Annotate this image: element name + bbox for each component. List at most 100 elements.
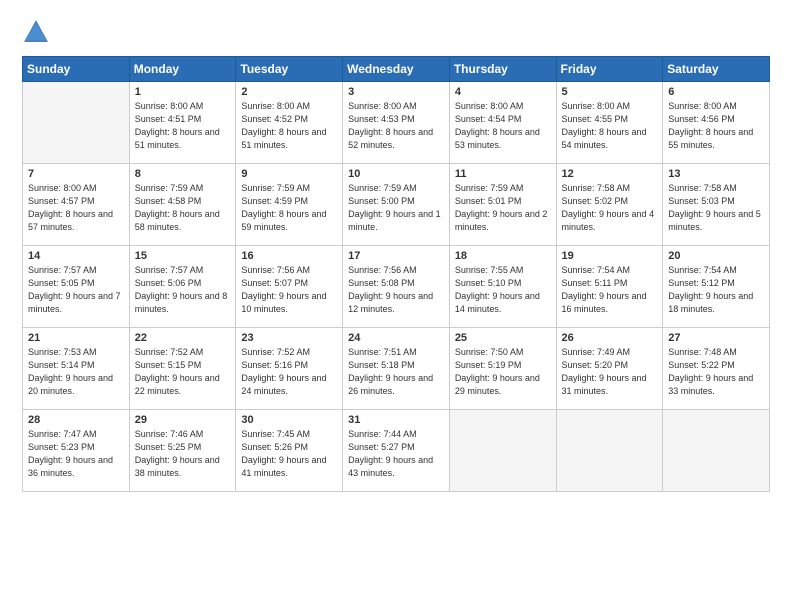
day-number: 20 (668, 250, 764, 262)
day-info: Sunrise: 7:48 AMSunset: 5:22 PMDaylight:… (668, 346, 764, 398)
day-cell: 15 Sunrise: 7:57 AMSunset: 5:06 PMDayligh… (129, 246, 236, 328)
day-info: Sunrise: 7:59 AMSunset: 5:00 PMDaylight:… (348, 182, 444, 234)
day-number: 15 (135, 250, 231, 262)
day-info: Sunrise: 7:49 AMSunset: 5:20 PMDaylight:… (562, 346, 658, 398)
day-number: 22 (135, 332, 231, 344)
day-info: Sunrise: 7:56 AMSunset: 5:07 PMDaylight:… (241, 264, 337, 316)
day-cell (556, 410, 663, 492)
calendar-table: SundayMondayTuesdayWednesdayThursdayFrid… (22, 56, 770, 492)
day-cell: 30 Sunrise: 7:45 AMSunset: 5:26 PMDayligh… (236, 410, 343, 492)
day-info: Sunrise: 7:59 AMSunset: 4:59 PMDaylight:… (241, 182, 337, 234)
day-cell: 24 Sunrise: 7:51 AMSunset: 5:18 PMDayligh… (343, 328, 450, 410)
day-info: Sunrise: 7:59 AMSunset: 4:58 PMDaylight:… (135, 182, 231, 234)
header-cell-saturday: Saturday (663, 57, 770, 82)
day-info: Sunrise: 7:50 AMSunset: 5:19 PMDaylight:… (455, 346, 551, 398)
day-number: 19 (562, 250, 658, 262)
day-cell: 9 Sunrise: 7:59 AMSunset: 4:59 PMDaylight… (236, 164, 343, 246)
day-info: Sunrise: 8:00 AMSunset: 4:54 PMDaylight:… (455, 100, 551, 152)
day-number: 11 (455, 168, 551, 180)
day-number: 14 (28, 250, 124, 262)
day-number: 24 (348, 332, 444, 344)
day-cell: 25 Sunrise: 7:50 AMSunset: 5:19 PMDayligh… (449, 328, 556, 410)
day-number: 6 (668, 86, 764, 98)
header (22, 18, 770, 46)
day-cell: 16Sunrise: 7:56 AMSunset: 5:07 PMDayligh… (236, 246, 343, 328)
day-cell: 4 Sunrise: 8:00 AMSunset: 4:54 PMDaylight… (449, 82, 556, 164)
day-cell: 28 Sunrise: 7:47 AMSunset: 5:23 PMDayligh… (23, 410, 130, 492)
day-number: 12 (562, 168, 658, 180)
day-cell: 26 Sunrise: 7:49 AMSunset: 5:20 PMDayligh… (556, 328, 663, 410)
day-cell (449, 410, 556, 492)
day-info: Sunrise: 7:56 AMSunset: 5:08 PMDaylight:… (348, 264, 444, 316)
day-info: Sunrise: 7:58 AMSunset: 5:02 PMDaylight:… (562, 182, 658, 234)
day-cell: 8 Sunrise: 7:59 AMSunset: 4:58 PMDaylight… (129, 164, 236, 246)
day-info: Sunrise: 7:54 AMSunset: 5:11 PMDaylight:… (562, 264, 658, 316)
day-info: Sunrise: 7:47 AMSunset: 5:23 PMDaylight:… (28, 428, 124, 480)
day-cell: 1 Sunrise: 8:00 AMSunset: 4:51 PMDaylight… (129, 82, 236, 164)
day-info: Sunrise: 7:57 AMSunset: 5:06 PMDaylight:… (135, 264, 231, 316)
day-cell: 14Sunrise: 7:57 AMSunset: 5:05 PMDayligh… (23, 246, 130, 328)
day-cell: 11 Sunrise: 7:59 AMSunset: 5:01 PMDayligh… (449, 164, 556, 246)
day-number: 30 (241, 414, 337, 426)
day-info: Sunrise: 8:00 AMSunset: 4:56 PMDaylight:… (668, 100, 764, 152)
day-number: 25 (455, 332, 551, 344)
day-number: 28 (28, 414, 124, 426)
logo-icon (22, 18, 50, 46)
week-row-4: 21Sunrise: 7:53 AMSunset: 5:14 PMDayligh… (23, 328, 770, 410)
day-info: Sunrise: 7:52 AMSunset: 5:16 PMDaylight:… (241, 346, 337, 398)
calendar-page: SundayMondayTuesdayWednesdayThursdayFrid… (0, 0, 792, 612)
day-number: 8 (135, 168, 231, 180)
day-cell: 2 Sunrise: 8:00 AMSunset: 4:52 PMDaylight… (236, 82, 343, 164)
day-number: 2 (241, 86, 337, 98)
week-row-5: 28 Sunrise: 7:47 AMSunset: 5:23 PMDayligh… (23, 410, 770, 492)
header-row: SundayMondayTuesdayWednesdayThursdayFrid… (23, 57, 770, 82)
day-number: 7 (28, 168, 124, 180)
day-info: Sunrise: 7:52 AMSunset: 5:15 PMDaylight:… (135, 346, 231, 398)
day-cell: 22 Sunrise: 7:52 AMSunset: 5:15 PMDayligh… (129, 328, 236, 410)
day-info: Sunrise: 8:00 AMSunset: 4:57 PMDaylight:… (28, 182, 124, 234)
header-cell-tuesday: Tuesday (236, 57, 343, 82)
day-number: 10 (348, 168, 444, 180)
day-number: 9 (241, 168, 337, 180)
day-info: Sunrise: 7:58 AMSunset: 5:03 PMDaylight:… (668, 182, 764, 234)
day-cell: 13Sunrise: 7:58 AMSunset: 5:03 PMDayligh… (663, 164, 770, 246)
header-cell-thursday: Thursday (449, 57, 556, 82)
day-info: Sunrise: 7:46 AMSunset: 5:25 PMDaylight:… (135, 428, 231, 480)
day-number: 4 (455, 86, 551, 98)
day-number: 18 (455, 250, 551, 262)
day-number: 5 (562, 86, 658, 98)
day-cell: 10 Sunrise: 7:59 AMSunset: 5:00 PMDayligh… (343, 164, 450, 246)
header-cell-friday: Friday (556, 57, 663, 82)
day-cell: 31Sunrise: 7:44 AMSunset: 5:27 PMDayligh… (343, 410, 450, 492)
day-cell: 12 Sunrise: 7:58 AMSunset: 5:02 PMDayligh… (556, 164, 663, 246)
header-cell-sunday: Sunday (23, 57, 130, 82)
week-row-1: 1 Sunrise: 8:00 AMSunset: 4:51 PMDaylight… (23, 82, 770, 164)
day-info: Sunrise: 8:00 AMSunset: 4:52 PMDaylight:… (241, 100, 337, 152)
day-cell: 27Sunrise: 7:48 AMSunset: 5:22 PMDayligh… (663, 328, 770, 410)
day-cell: 19 Sunrise: 7:54 AMSunset: 5:11 PMDayligh… (556, 246, 663, 328)
day-cell: 7 Sunrise: 8:00 AMSunset: 4:57 PMDaylight… (23, 164, 130, 246)
day-cell (23, 82, 130, 164)
week-row-2: 7 Sunrise: 8:00 AMSunset: 4:57 PMDaylight… (23, 164, 770, 246)
day-number: 21 (28, 332, 124, 344)
day-info: Sunrise: 7:51 AMSunset: 5:18 PMDaylight:… (348, 346, 444, 398)
day-info: Sunrise: 7:54 AMSunset: 5:12 PMDaylight:… (668, 264, 764, 316)
day-number: 23 (241, 332, 337, 344)
day-info: Sunrise: 8:00 AMSunset: 4:55 PMDaylight:… (562, 100, 658, 152)
day-cell: 3Sunrise: 8:00 AMSunset: 4:53 PMDaylight… (343, 82, 450, 164)
day-cell: 29Sunrise: 7:46 AMSunset: 5:25 PMDayligh… (129, 410, 236, 492)
day-info: Sunrise: 7:59 AMSunset: 5:01 PMDaylight:… (455, 182, 551, 234)
day-number: 26 (562, 332, 658, 344)
day-info: Sunrise: 8:00 AMSunset: 4:51 PMDaylight:… (135, 100, 231, 152)
week-row-3: 14Sunrise: 7:57 AMSunset: 5:05 PMDayligh… (23, 246, 770, 328)
header-cell-monday: Monday (129, 57, 236, 82)
day-cell (663, 410, 770, 492)
day-number: 1 (135, 86, 231, 98)
logo (22, 18, 54, 46)
day-info: Sunrise: 7:44 AMSunset: 5:27 PMDaylight:… (348, 428, 444, 480)
day-cell: 17Sunrise: 7:56 AMSunset: 5:08 PMDayligh… (343, 246, 450, 328)
day-info: Sunrise: 7:45 AMSunset: 5:26 PMDaylight:… (241, 428, 337, 480)
day-info: Sunrise: 7:55 AMSunset: 5:10 PMDaylight:… (455, 264, 551, 316)
day-cell: 23 Sunrise: 7:52 AMSunset: 5:16 PMDayligh… (236, 328, 343, 410)
day-info: Sunrise: 8:00 AMSunset: 4:53 PMDaylight:… (348, 100, 444, 152)
